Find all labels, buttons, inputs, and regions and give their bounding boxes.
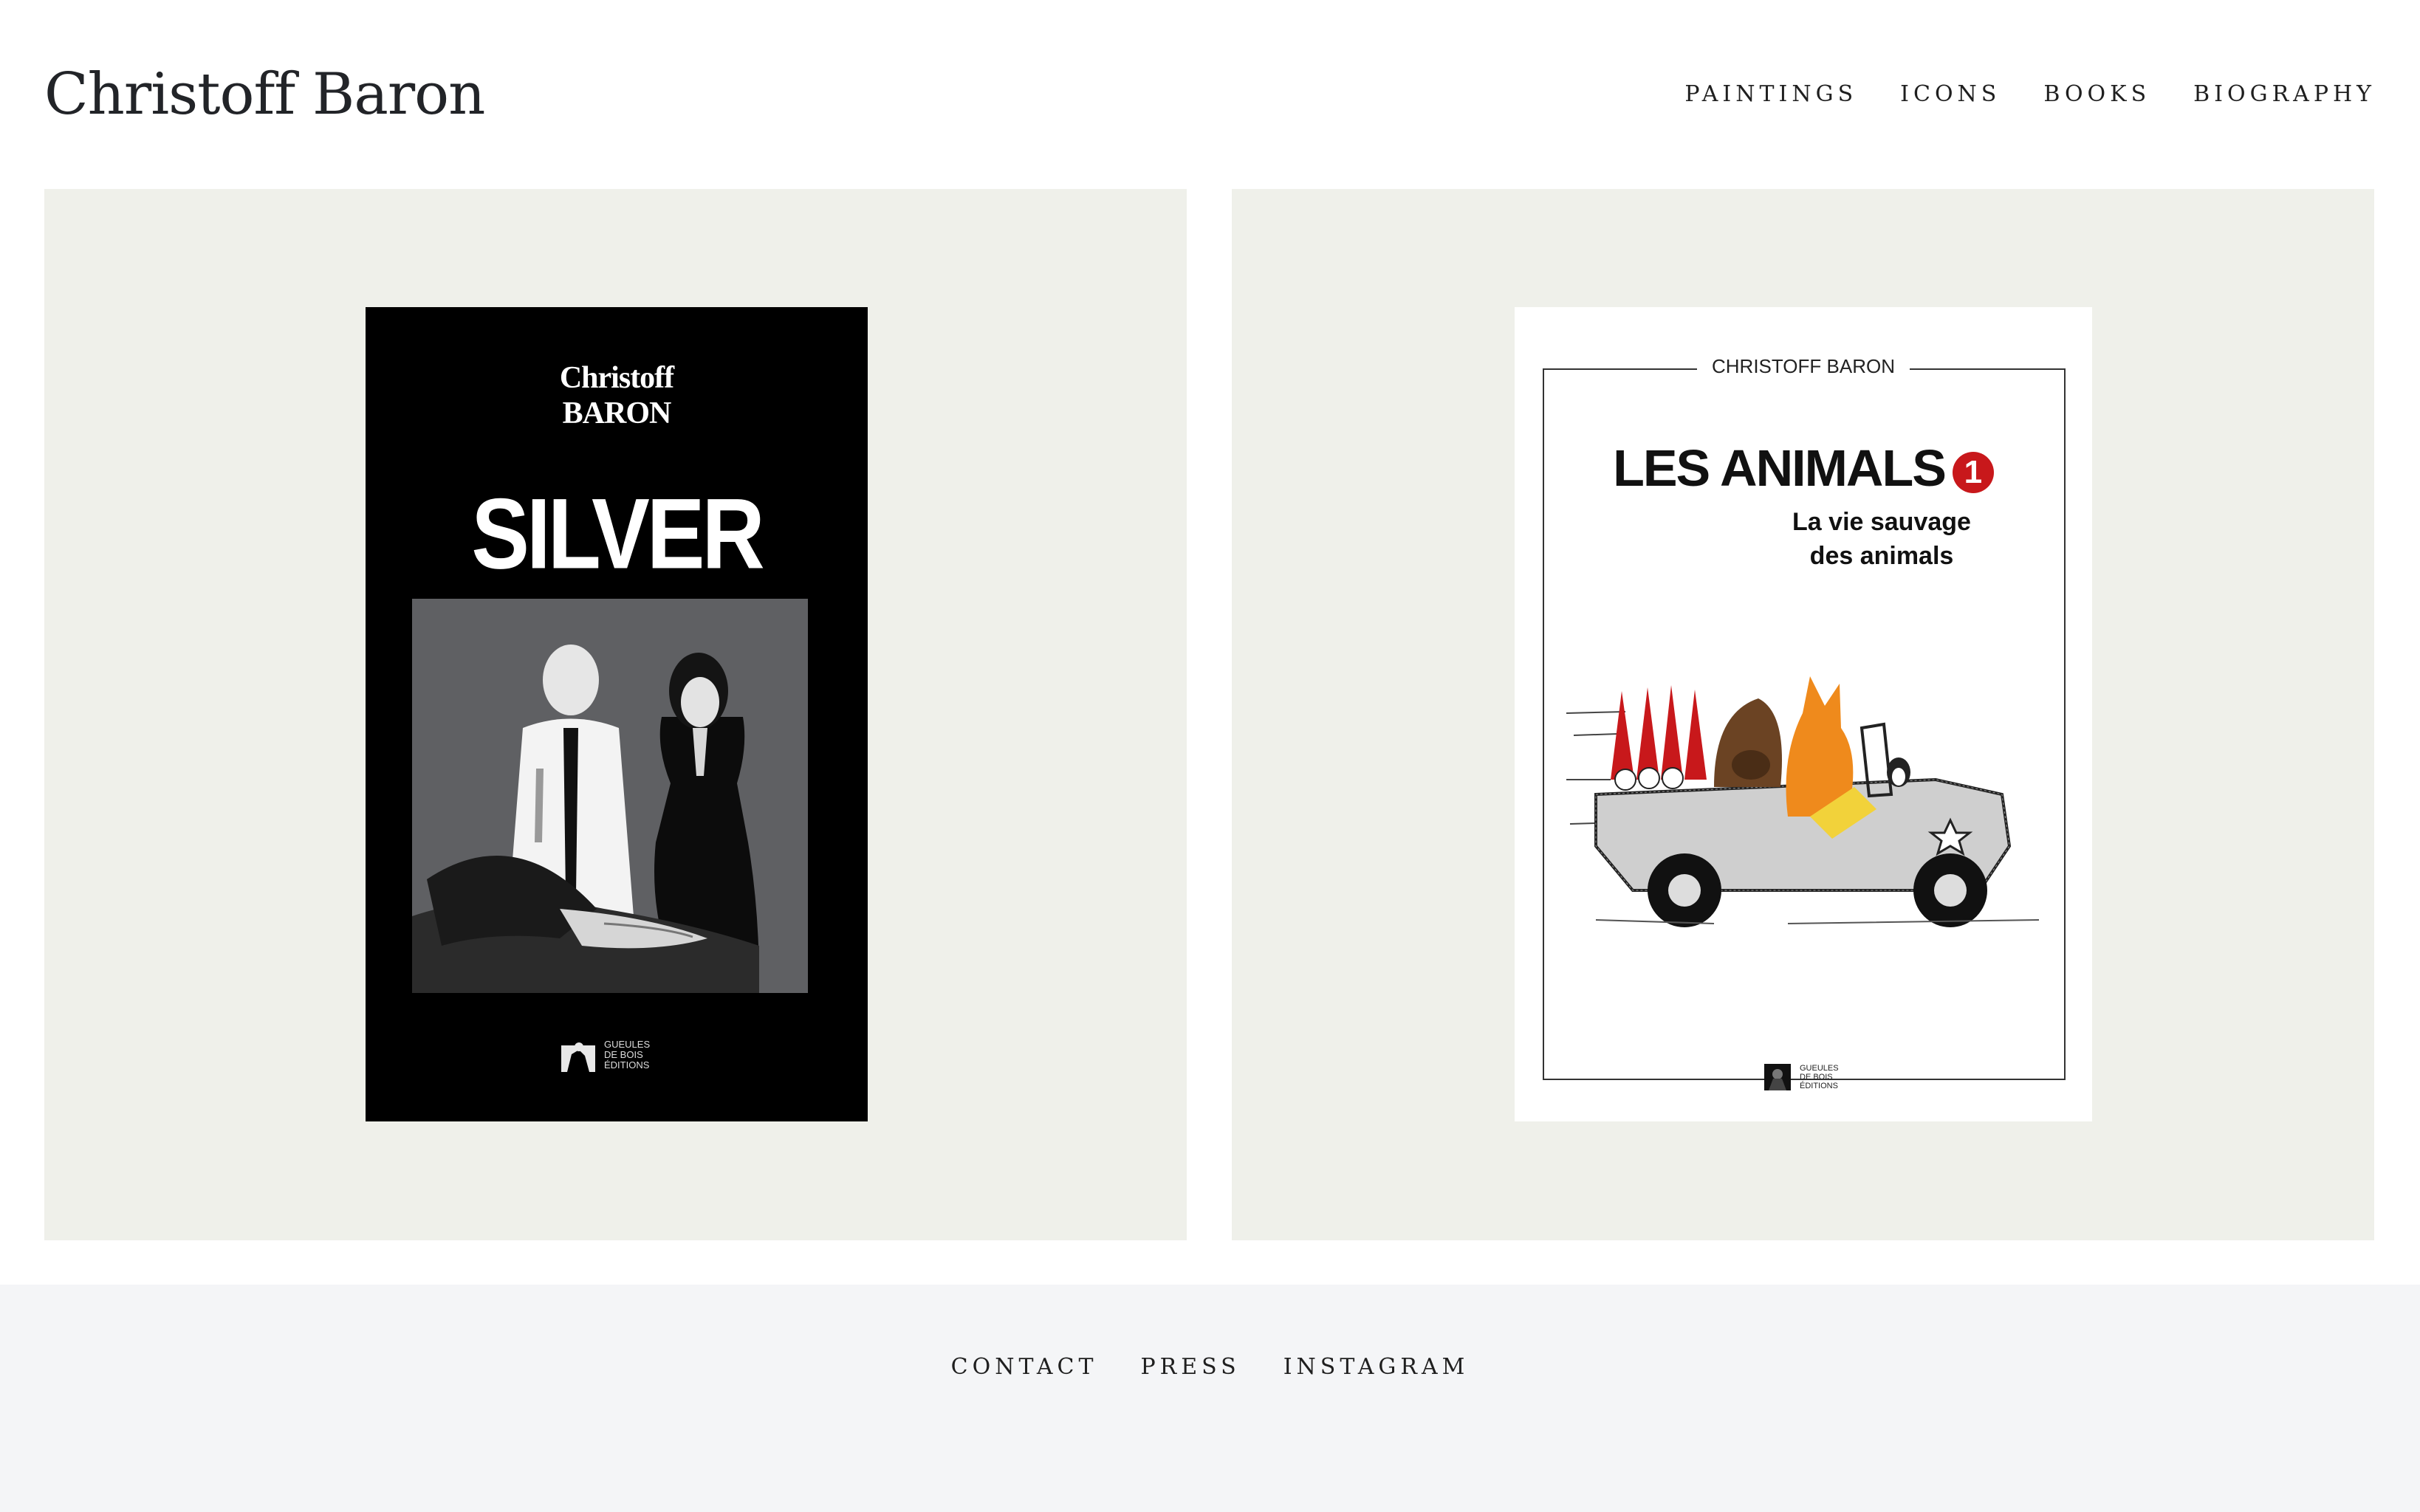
cover-author: Christoff BARON	[559, 361, 674, 430]
book-cover-silver-rose[interactable]: Christoff BARON SILVER ROSE	[366, 307, 868, 1121]
site-header: Christoff Baron PAINTINGS ICONS BOOKS BI…	[0, 0, 2420, 189]
publisher-mark-icon	[561, 1042, 595, 1072]
footer-link-press[interactable]: PRESS	[1140, 1353, 1240, 1382]
book-tile-les-animals[interactable]: CHRISTOFF BARON LES ANIMALS 1 La vie sauv…	[1232, 189, 2374, 1240]
publisher-name: GUEULES DE BOIS ÉDITIONS	[604, 1039, 651, 1071]
site-title[interactable]: Christoff Baron	[44, 58, 485, 131]
cover-subtitle: La vie sauvage des animals	[1792, 508, 1971, 570]
publisher-name: GUEULES DE BOIS ÉDITIONS	[1800, 1064, 1839, 1090]
volume-badge: 1	[1952, 451, 1994, 493]
cover-illustration	[412, 599, 808, 993]
nav-icons[interactable]: ICONS	[1900, 80, 2001, 109]
nav-books[interactable]: BOOKS	[2043, 80, 2150, 109]
nav-biography[interactable]: BIOGRAPHY	[2193, 80, 2376, 109]
cover-illustration	[1566, 676, 2040, 927]
book-tile-silver-rose[interactable]: Christoff BARON SILVER ROSE	[44, 189, 1187, 1240]
main-nav: PAINTINGS ICONS BOOKS BIOGRAPHY	[1684, 80, 2376, 109]
footer-nav: CONTACT PRESS INSTAGRAM	[0, 1353, 2420, 1382]
publisher-logo: GUEULES DE BOIS ÉDITIONS	[1764, 1064, 1839, 1090]
cover-title: LES ANIMALS 1	[1515, 437, 2092, 499]
footer-link-instagram[interactable]: INSTAGRAM	[1283, 1353, 1470, 1382]
book-cover-les-animals[interactable]: CHRISTOFF BARON LES ANIMALS 1 La vie sauv…	[1515, 307, 2092, 1121]
site-footer: CONTACT PRESS INSTAGRAM	[0, 1285, 2420, 1512]
nav-paintings[interactable]: PAINTINGS	[1684, 80, 1857, 109]
books-grid: Christoff BARON SILVER ROSE	[44, 189, 2375, 1240]
publisher-logo: GUEULES DE BOIS ÉDITIONS	[561, 1038, 650, 1072]
footer-link-contact[interactable]: CONTACT	[951, 1353, 1098, 1382]
cover-author: CHRISTOFF BARON	[1515, 353, 2092, 379]
publisher-mark-icon	[1764, 1064, 1791, 1090]
